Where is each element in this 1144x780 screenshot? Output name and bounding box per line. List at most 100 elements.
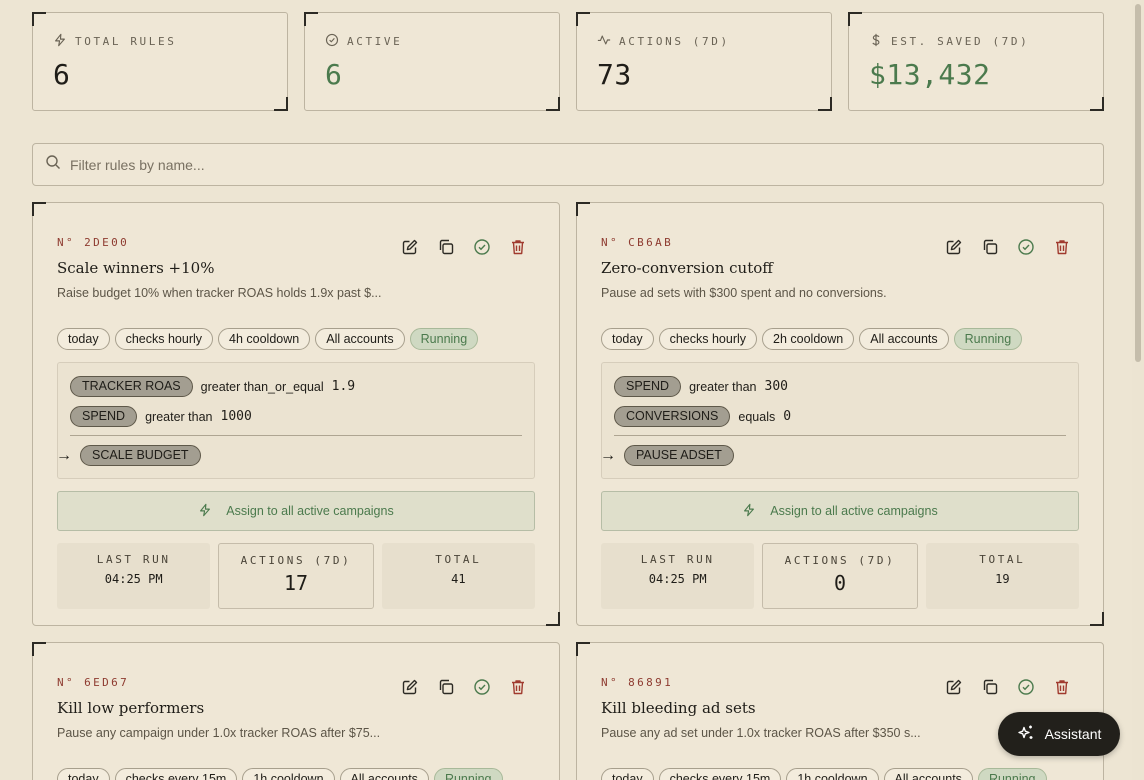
- bolt-icon: [198, 503, 212, 520]
- scrollbar[interactable]: [1132, 0, 1144, 780]
- stat-value: 6: [325, 58, 343, 91]
- condition-row: TRACKER ROAS greater than_or_equal 1.9: [70, 376, 355, 397]
- tag-accounts: All accounts: [339, 768, 429, 780]
- duplicate-icon[interactable]: [437, 678, 455, 696]
- rule-tags: today checks hourly 2h cooldown All acco…: [601, 328, 1023, 350]
- rule-description: Raise budget 10% when tracker ROAS holds…: [57, 286, 382, 300]
- divider: [70, 435, 522, 436]
- search-icon: [45, 154, 61, 175]
- condition-operator: greater than: [689, 379, 757, 394]
- tag-frequency: checks hourly: [114, 328, 214, 350]
- metric-actions-7d: ACTIONS (7D) 0: [762, 543, 918, 609]
- bolt-icon: [53, 33, 67, 50]
- tag-frequency: checks hourly: [658, 328, 758, 350]
- stat-label: EST. SAVED (7D): [891, 35, 1030, 48]
- rule-actions: [945, 678, 1071, 696]
- edit-icon[interactable]: [945, 678, 963, 696]
- rule-title: Kill bleeding ad sets: [601, 699, 756, 717]
- stat-value: 73: [597, 58, 632, 91]
- condition-value: 1000: [220, 409, 252, 424]
- corner-marker: [546, 97, 560, 111]
- check-circle-icon: [325, 33, 339, 50]
- tag-accounts: All accounts: [859, 328, 949, 350]
- corner-marker: [848, 12, 862, 26]
- rule-title: Scale winners +10%: [57, 259, 215, 277]
- action-row: → PAUSE ADSET: [600, 445, 734, 466]
- rule-actions: [945, 238, 1071, 256]
- tag-cooldown: 4h cooldown: [218, 328, 311, 350]
- rule-actions: [401, 678, 527, 696]
- stat-est-saved: EST. SAVED (7D) $13,432: [848, 12, 1104, 111]
- condition-operator: greater than: [145, 409, 213, 424]
- assistant-button[interactable]: Assistant: [998, 712, 1120, 756]
- edit-icon[interactable]: [401, 678, 419, 696]
- stat-label: ACTIONS (7D): [619, 35, 730, 48]
- action-pill: PAUSE ADSET: [624, 445, 734, 466]
- assign-label: Assign to all active campaigns: [770, 504, 938, 518]
- condition-row: SPEND greater than 1000: [70, 406, 252, 427]
- check-circle-icon[interactable]: [1017, 238, 1035, 256]
- corner-marker: [818, 97, 832, 111]
- rule-id: N° 86891: [601, 676, 674, 689]
- rule-actions: [401, 238, 527, 256]
- duplicate-icon[interactable]: [981, 678, 999, 696]
- corner-marker: [576, 642, 590, 656]
- rule-id: N° CB6AB: [601, 236, 674, 249]
- status-badge: Running: [977, 768, 1047, 780]
- corner-marker: [274, 97, 288, 111]
- corner-marker: [1090, 612, 1104, 626]
- trash-icon[interactable]: [509, 678, 527, 696]
- rule-conditions: SPEND greater than 300 CONVERSIONS equal…: [600, 362, 1079, 479]
- corner-marker: [576, 12, 590, 26]
- rule-id: N° 2DE00: [57, 236, 130, 249]
- condition-metric: SPEND: [614, 376, 682, 397]
- stat-total-rules: TOTAL RULES 6: [32, 12, 288, 111]
- duplicate-icon[interactable]: [981, 238, 999, 256]
- action-row: → SCALE BUDGET: [56, 445, 201, 466]
- divider: [614, 435, 1066, 436]
- trash-icon[interactable]: [509, 238, 527, 256]
- stat-label: ACTIVE: [347, 35, 403, 48]
- stat-actions-7d: ACTIONS (7D) 73: [576, 12, 832, 111]
- scrollbar-thumb[interactable]: [1135, 4, 1141, 362]
- tag-cooldown: 1h cooldown: [786, 768, 879, 780]
- rule-description: Pause any ad set under 1.0x tracker ROAS…: [601, 726, 921, 740]
- stats-row: TOTAL RULES 6 ACTIVE 6 ACTIONS (7D) 73 E…: [32, 12, 1104, 111]
- stat-label: TOTAL RULES: [75, 35, 177, 48]
- status-badge: Running: [409, 328, 479, 350]
- rule-tags: today checks every 15m 1h cooldown All a…: [57, 768, 503, 780]
- metric-last-run: LAST RUN 04:25 PM: [57, 543, 211, 609]
- metric-total: TOTAL 41: [381, 543, 535, 609]
- tag-schedule: today: [601, 768, 654, 780]
- check-circle-icon[interactable]: [1017, 678, 1035, 696]
- check-circle-icon[interactable]: [473, 678, 491, 696]
- edit-icon[interactable]: [401, 238, 419, 256]
- trash-icon[interactable]: [1053, 238, 1071, 256]
- condition-metric: SPEND: [70, 406, 138, 427]
- status-badge: Running: [433, 768, 503, 780]
- rule-conditions: TRACKER ROAS greater than_or_equal 1.9 S…: [56, 362, 535, 479]
- rule-description: Pause any campaign under 1.0x tracker RO…: [57, 726, 381, 740]
- check-circle-icon[interactable]: [473, 238, 491, 256]
- status-badge: Running: [953, 328, 1023, 350]
- rule-tags: today checks hourly 4h cooldown All acco…: [57, 328, 479, 350]
- tag-schedule: today: [57, 328, 110, 350]
- condition-operator: equals: [738, 409, 776, 424]
- assign-all-button[interactable]: Assign to all active campaigns: [601, 491, 1079, 531]
- condition-row: CONVERSIONS equals 0: [614, 406, 791, 427]
- assign-label: Assign to all active campaigns: [226, 504, 394, 518]
- corner-marker: [32, 12, 46, 26]
- stat-active: ACTIVE 6: [304, 12, 560, 111]
- duplicate-icon[interactable]: [437, 238, 455, 256]
- condition-row: SPEND greater than 300: [614, 376, 788, 397]
- trash-icon[interactable]: [1053, 678, 1071, 696]
- edit-icon[interactable]: [945, 238, 963, 256]
- arrow-right-icon: →: [56, 446, 72, 464]
- tag-frequency: checks every 15m: [658, 768, 782, 780]
- rule-title: Kill low performers: [57, 699, 205, 717]
- search-input[interactable]: [70, 156, 1070, 173]
- corner-marker: [1090, 97, 1104, 111]
- assign-all-button[interactable]: Assign to all active campaigns: [57, 491, 535, 531]
- condition-value: 300: [764, 379, 788, 394]
- tag-accounts: All accounts: [883, 768, 973, 780]
